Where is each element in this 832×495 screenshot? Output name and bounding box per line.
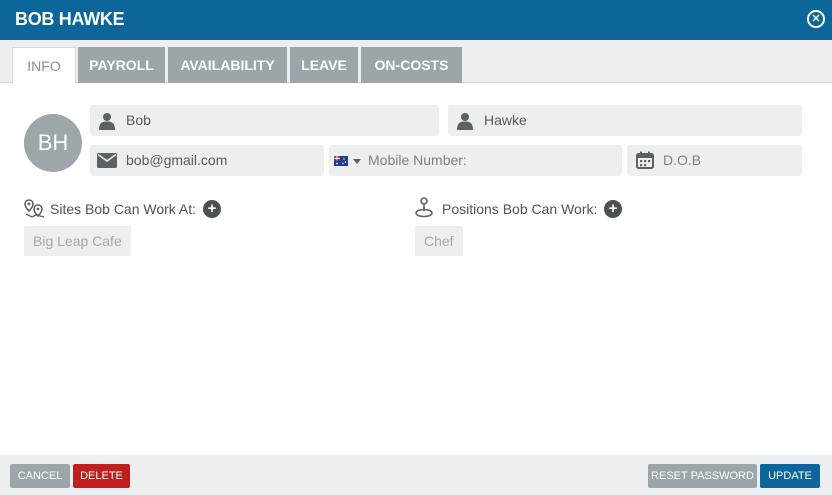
site-chip[interactable]: Big Leap Cafe — [24, 226, 131, 256]
last-name-value: Hawke — [484, 112, 527, 128]
close-icon[interactable]: ✕ — [807, 10, 825, 28]
mobile-number-placeholder: Mobile Number: — [368, 152, 467, 168]
mobile-number-field[interactable]: Mobile Number: — [329, 145, 622, 176]
modal-header: BOB HAWKE ✕ — [0, 0, 832, 40]
cancel-button[interactable]: CANCEL — [10, 464, 70, 488]
delete-button[interactable]: DELETE — [73, 464, 130, 488]
reset-password-button[interactable]: RESET PASSWORD — [648, 464, 757, 488]
australia-flag-icon[interactable] — [334, 156, 348, 166]
first-name-value: Bob — [126, 112, 151, 128]
add-site-button[interactable]: + — [203, 200, 221, 218]
sites-label: Sites Bob Can Work At: — [50, 201, 197, 217]
dob-field[interactable]: D.O.B — [627, 145, 802, 176]
tab-payroll[interactable]: PAYROLL — [78, 47, 165, 83]
avatar[interactable]: BH — [24, 114, 82, 172]
tab-info[interactable]: INFO — [12, 47, 76, 84]
email-field[interactable]: bob@gmail.com — [90, 145, 324, 176]
envelope-icon — [97, 153, 117, 168]
last-name-field[interactable]: Hawke — [448, 105, 802, 136]
modal-footer: CANCEL DELETE RESET PASSWORD UPDATE — [0, 455, 832, 495]
tab-leave[interactable]: LEAVE — [290, 47, 358, 83]
position-pin-icon — [415, 197, 433, 218]
dob-placeholder: D.O.B — [663, 152, 702, 168]
position-chip[interactable]: Chef — [415, 226, 463, 256]
tab-on-costs[interactable]: ON-COSTS — [361, 47, 462, 83]
map-pins-icon — [24, 199, 45, 218]
calendar-icon — [636, 151, 654, 169]
first-name-field[interactable]: Bob — [90, 105, 439, 136]
positions-label: Positions Bob Can Work: — [442, 201, 598, 217]
tab-availability[interactable]: AVAILABILITY — [168, 47, 287, 83]
person-icon — [99, 113, 115, 130]
person-icon — [457, 113, 473, 130]
employee-modal: BOB HAWKE ✕ INFO PAYROLL AVAILABILITY LE… — [0, 0, 832, 495]
modal-title: BOB HAWKE — [15, 9, 125, 29]
update-button[interactable]: UPDATE — [760, 464, 820, 488]
tab-bar: INFO PAYROLL AVAILABILITY LEAVE ON-COSTS — [0, 40, 832, 84]
chevron-down-icon[interactable] — [353, 159, 361, 164]
email-value: bob@gmail.com — [126, 152, 228, 168]
add-position-button[interactable]: + — [604, 200, 622, 218]
